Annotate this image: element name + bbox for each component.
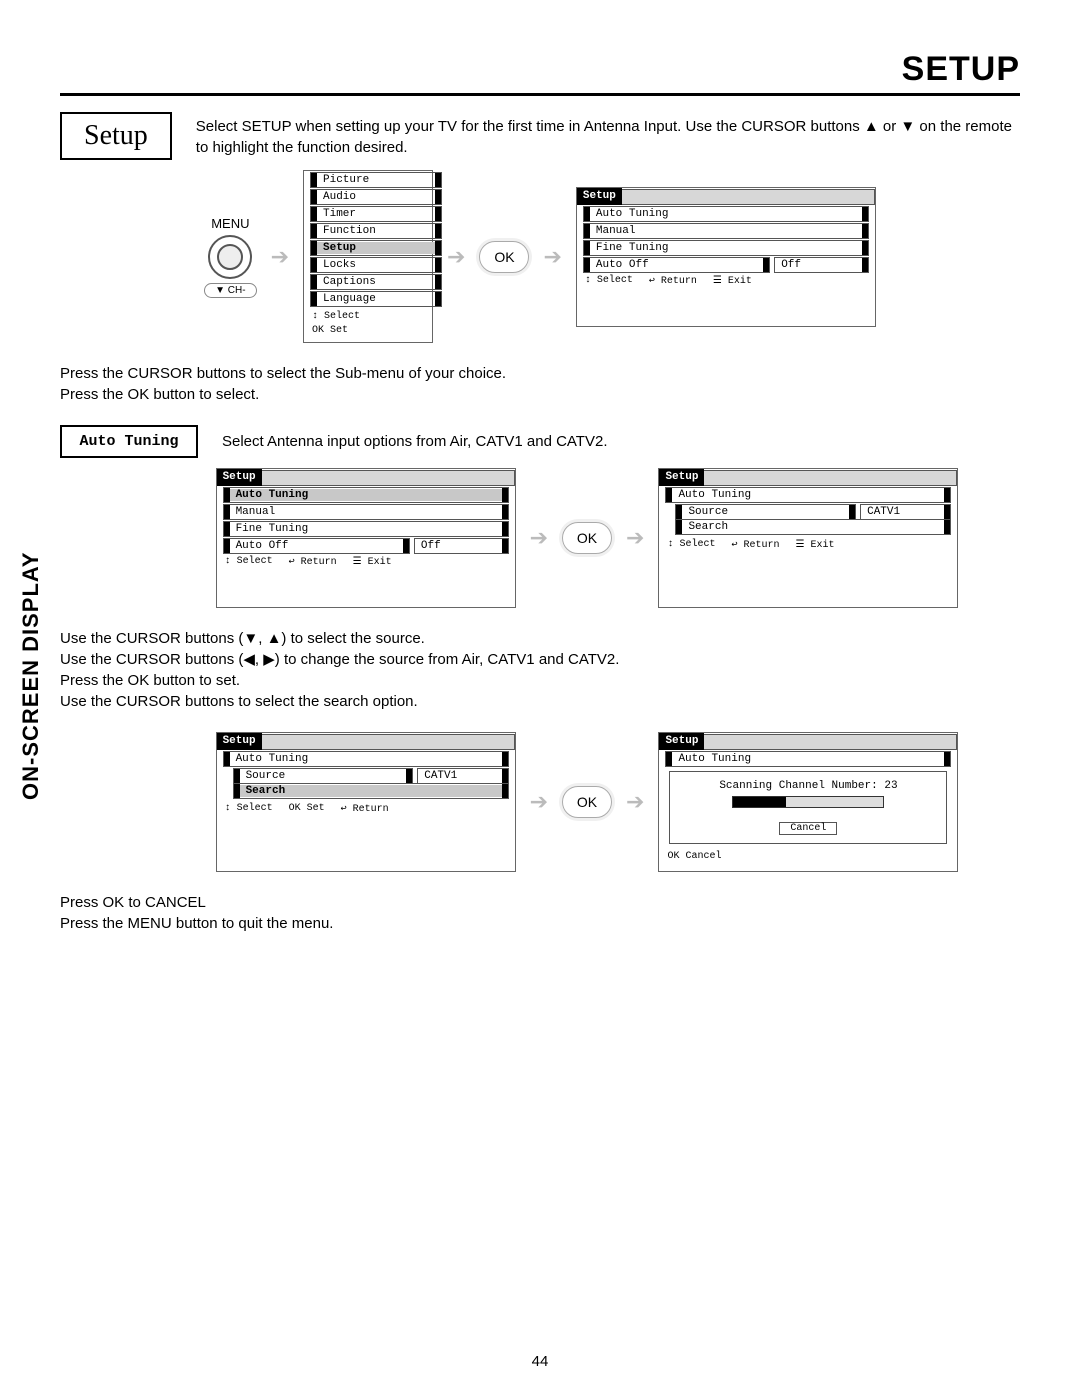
hint-select: ↕ Select <box>585 275 633 287</box>
setup-box-label: Setup <box>60 112 172 160</box>
osd-title: Setup <box>217 469 262 486</box>
auto-off-value: Off <box>775 259 862 271</box>
menu-item-audio: Audio <box>317 191 435 203</box>
menu-item-function: Function <box>317 225 435 237</box>
hint-return: ↩ Return <box>649 275 697 287</box>
auto-tuning-label-box: Auto Tuning <box>60 425 198 458</box>
osd-search-menu: Setup Auto Tuning Source CATV1 Search ↕ … <box>216 732 516 872</box>
ok-button-icon: OK <box>479 241 529 273</box>
arrow-icon: ➔ <box>530 789 548 815</box>
menu-item-captions: Captions <box>317 276 435 288</box>
osd-main-menu: Picture Audio Timer Function Setup Locks… <box>303 170 433 343</box>
hint-exit: ☰ Exit <box>353 556 392 568</box>
osd-scanning: Setup Auto Tuning Scanning Channel Numbe… <box>658 732 958 872</box>
instruction-text-2: Use the CURSOR buttons (▼, ▲) to select … <box>60 628 1020 712</box>
menu-item-auto-tuning: Auto Tuning <box>590 208 862 220</box>
menu-item-manual: Manual <box>590 225 862 237</box>
hint-select: ↕ Select <box>225 556 273 568</box>
hint-select: ↕ Select <box>225 803 273 815</box>
breadcrumb-auto-tuning: Auto Tuning <box>672 489 944 501</box>
osd-auto-tuning-menu: Setup Auto Tuning Source CATV1 Search ↕ … <box>658 468 958 608</box>
hint-exit: ☰ Exit <box>795 539 834 551</box>
menu-item-fine-tuning: Fine Tuning <box>590 242 862 254</box>
osd-title: Setup <box>217 733 262 750</box>
hint-return: ↩ Return <box>341 803 389 815</box>
page-number: 44 <box>0 1353 1080 1370</box>
arrow-icon: ➔ <box>271 244 289 270</box>
auto-tuning-desc: Select Antenna input options from Air, C… <box>222 433 608 450</box>
scanning-text: Scanning Channel Number: 23 <box>674 780 942 792</box>
progress-bar <box>732 796 884 808</box>
osd-title: Setup <box>577 188 622 205</box>
hint-select: ↕ Select <box>312 311 360 322</box>
hint-return: ↩ Return <box>731 539 779 551</box>
breadcrumb-auto-tuning: Auto Tuning <box>230 753 502 765</box>
source-value: CATV1 <box>418 770 501 782</box>
instruction-text-3: Press OK to CANCEL Press the MENU button… <box>60 892 1020 934</box>
osd-setup-menu: Setup Auto Tuning Manual Fine Tuning Aut… <box>576 187 876 327</box>
ok-button-icon: OK <box>562 786 612 818</box>
sidebar-section-label: ON-SCREEN DISPLAY <box>18 552 44 800</box>
auto-off-value: Off <box>415 540 502 552</box>
menu-item-auto-off: Auto Off <box>230 540 403 552</box>
page-header: SETUP <box>60 50 1020 96</box>
menu-item-manual: Manual <box>230 506 502 518</box>
remote-menu-icon: MENU ▼ CH- <box>204 216 256 298</box>
menu-item-setup: Setup <box>317 242 435 254</box>
breadcrumb-auto-tuning: Auto Tuning <box>672 753 944 765</box>
arrow-icon: ➔ <box>543 244 561 270</box>
cancel-button: Cancel <box>779 822 837 835</box>
arrow-icon: ➔ <box>530 525 548 551</box>
hint-exit: ☰ Exit <box>713 275 752 287</box>
source-value: CATV1 <box>861 506 944 518</box>
menu-item-locks: Locks <box>317 259 435 271</box>
hint-set: OK Set <box>312 325 348 336</box>
menu-item-source: Source <box>682 506 849 518</box>
intro-text: Select SETUP when setting up your TV for… <box>196 112 1020 158</box>
menu-item-source: Source <box>240 770 407 782</box>
menu-item-auto-tuning: Auto Tuning <box>230 489 502 501</box>
osd-title: Setup <box>659 469 704 486</box>
hint-cancel: OK Cancel <box>667 851 721 862</box>
arrow-icon: ➔ <box>626 789 644 815</box>
menu-item-fine-tuning: Fine Tuning <box>230 523 502 535</box>
instruction-text-1: Press the CURSOR buttons to select the S… <box>60 363 1020 405</box>
arrow-icon: ➔ <box>447 244 465 270</box>
menu-item-picture: Picture <box>317 174 435 186</box>
menu-item-auto-off: Auto Off <box>590 259 763 271</box>
menu-label: MENU <box>211 216 249 231</box>
menu-item-search: Search <box>240 785 502 797</box>
osd-title: Setup <box>659 733 704 750</box>
arrow-icon: ➔ <box>626 525 644 551</box>
menu-item-search: Search <box>682 521 944 533</box>
osd-setup-menu-selected: Setup Auto Tuning Manual Fine Tuning Aut… <box>216 468 516 608</box>
hint-set: OK Set <box>289 803 325 815</box>
hint-select: ↕ Select <box>667 539 715 551</box>
ok-button-icon: OK <box>562 522 612 554</box>
hint-return: ↩ Return <box>289 556 337 568</box>
menu-item-language: Language <box>317 293 435 305</box>
menu-item-timer: Timer <box>317 208 435 220</box>
ch-down-button: ▼ CH- <box>204 283 256 298</box>
